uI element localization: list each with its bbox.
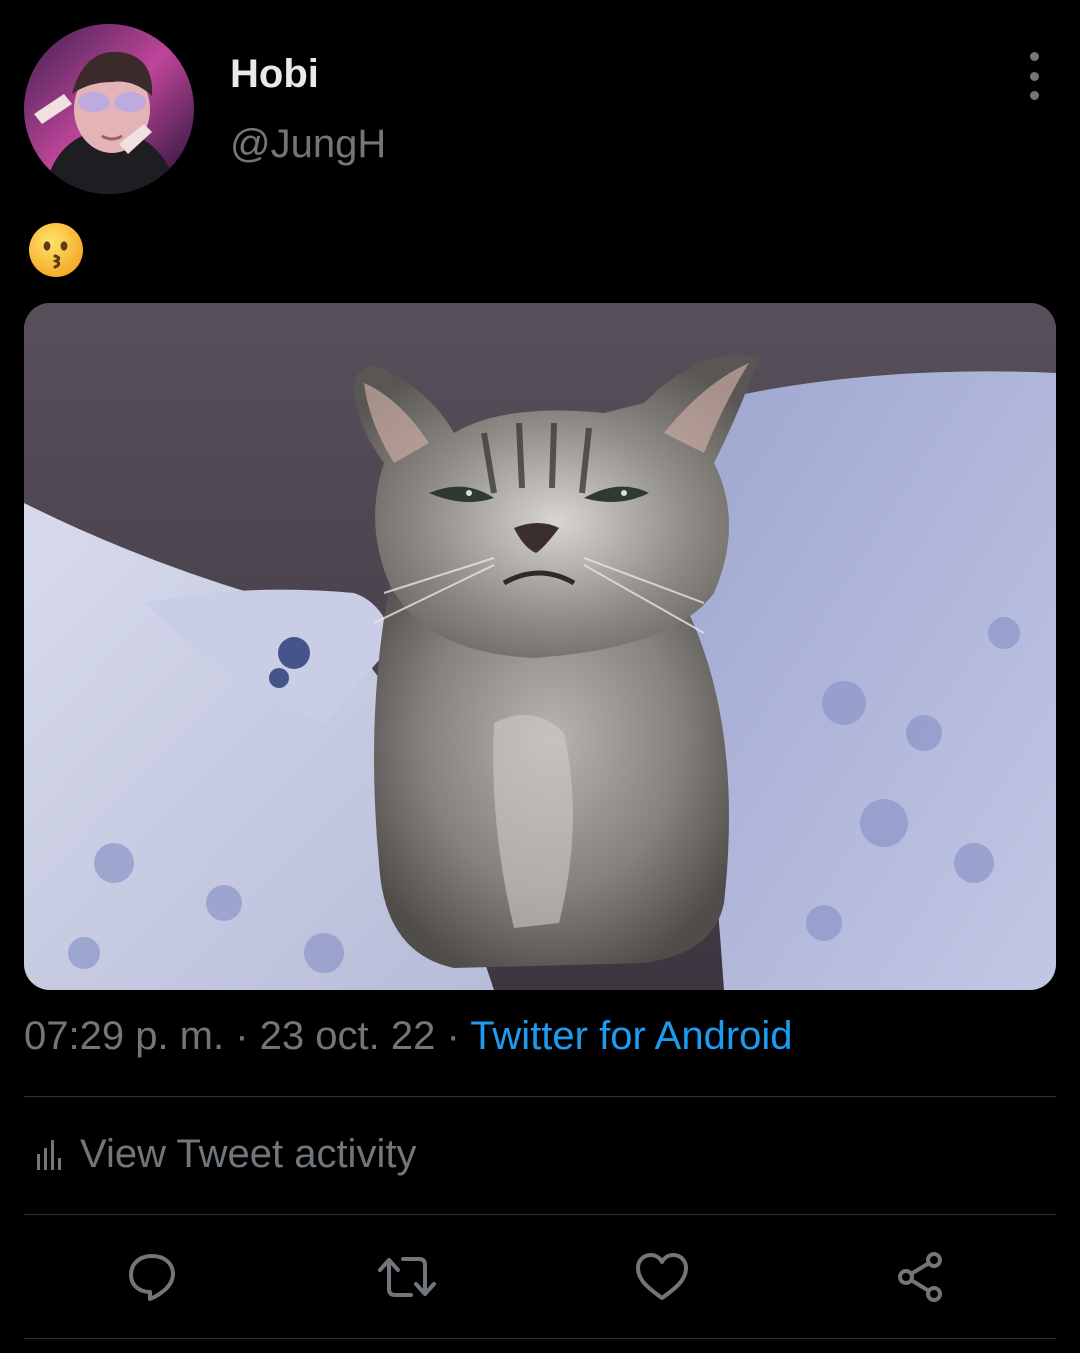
- more-dot: [1029, 52, 1039, 61]
- tweet-date: 23 oct. 22: [259, 1014, 436, 1058]
- kissing-face-emoji: [28, 222, 84, 278]
- bar-chart-icon: [37, 1139, 61, 1170]
- tweet-media-image[interactable]: [24, 303, 1056, 990]
- more-dot: [1029, 71, 1039, 81]
- like-button[interactable]: [632, 1247, 692, 1307]
- avatar[interactable]: [24, 24, 194, 194]
- avatar-photo: [24, 24, 194, 194]
- more-options-icon[interactable]: [1014, 52, 1054, 100]
- meta-separator: ·: [435, 1014, 471, 1058]
- more-dot: [1029, 91, 1039, 100]
- kitten-photo: [24, 303, 1056, 990]
- display-name[interactable]: Hobi: [230, 52, 319, 97]
- reply-button[interactable]: [122, 1247, 182, 1307]
- reply-icon: [129, 1254, 175, 1301]
- meta-separator: ·: [224, 1014, 260, 1058]
- tweet-source-link[interactable]: Twitter for Android: [470, 1014, 792, 1058]
- tweet-metadata: 07:29 p. m. · 23 oct. 22 · Twitter for A…: [24, 1014, 793, 1059]
- retweet-button[interactable]: [377, 1247, 437, 1307]
- share-button[interactable]: [890, 1247, 950, 1307]
- view-tweet-activity-button[interactable]: View Tweet activity: [36, 1132, 416, 1177]
- tweet-detail: Hobi @JungH 07:29 p. m. · 23 oct. 22 · T…: [0, 0, 1080, 1353]
- divider: [24, 1214, 1056, 1215]
- user-handle[interactable]: @JungH: [230, 122, 386, 167]
- tweet-time: 07:29 p. m.: [24, 1014, 225, 1058]
- heart-icon: [636, 1253, 688, 1300]
- share-icon: [898, 1252, 942, 1302]
- divider: [24, 1338, 1056, 1339]
- view-tweet-activity-label: View Tweet activity: [80, 1132, 417, 1176]
- retweet-icon: [378, 1257, 436, 1297]
- divider: [24, 1096, 1056, 1097]
